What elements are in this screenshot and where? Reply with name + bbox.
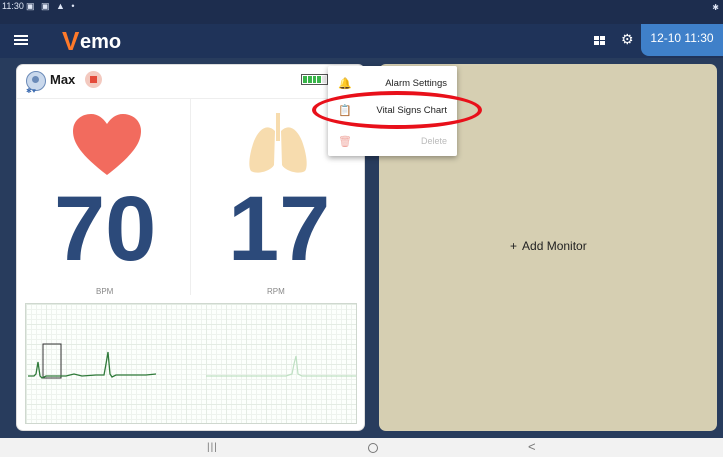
resp-rate-unit: RPM [267, 287, 285, 296]
monitor-card[interactable]: ✱♥ Max 70 17 BPM RPM [16, 64, 366, 431]
menu-item-label: Alarm Settings [385, 78, 447, 89]
card-divider-vertical [190, 99, 191, 295]
heart-rate-unit: BPM [96, 287, 114, 296]
add-monitor-label: Add Monitor [522, 239, 587, 253]
trash-icon: 🗑 [338, 136, 352, 148]
bluetooth-connected-icon: ✱♥ [26, 88, 37, 95]
bluetooth-icon: ✱ [712, 3, 719, 12]
home-button[interactable] [368, 443, 378, 453]
grid-view-button[interactable] [594, 36, 605, 45]
battery-icon [301, 74, 328, 85]
recents-button[interactable]: ||| [207, 442, 218, 453]
ecg-trace-fading [206, 355, 356, 377]
logo-text: emo [80, 31, 122, 53]
status-time: 11:30 [2, 1, 24, 11]
ecg-cursor [42, 343, 62, 379]
ecg-waveform [25, 303, 357, 424]
stop-recording-button[interactable] [85, 71, 102, 88]
bell-icon: 🔔 [338, 78, 352, 90]
logo-v: V [62, 26, 80, 56]
app-bar: V emo ⚙ 12-10 11:30 [0, 24, 723, 58]
lungs-icon [249, 113, 307, 173]
resp-rate-value: 17 [228, 178, 331, 280]
card-divider [17, 98, 366, 99]
annotation-highlight-ellipse [312, 91, 482, 129]
add-monitor-button[interactable]: + Add Monitor [510, 239, 587, 253]
status-icons: ▣ ▣ ▲ • [26, 1, 77, 11]
status-bar: 11:30 ▣ ▣ ▲ • ✱ [0, 0, 723, 24]
menu-item-label: Delete [420, 136, 447, 146]
datetime-badge: 12-10 11:30 [641, 24, 723, 56]
settings-gear-icon[interactable]: ⚙ [621, 31, 634, 48]
back-button[interactable]: < [528, 439, 536, 454]
heart-rate-value: 70 [54, 178, 157, 280]
hamburger-menu-button[interactable] [14, 33, 28, 47]
system-nav-bar: ||| < [0, 438, 723, 457]
menu-item-delete[interactable]: 🗑 Delete [328, 128, 457, 156]
heart-icon [73, 114, 141, 175]
plus-icon: + [510, 239, 518, 253]
pet-name: Max [50, 72, 76, 87]
ecg-trace [28, 351, 157, 379]
